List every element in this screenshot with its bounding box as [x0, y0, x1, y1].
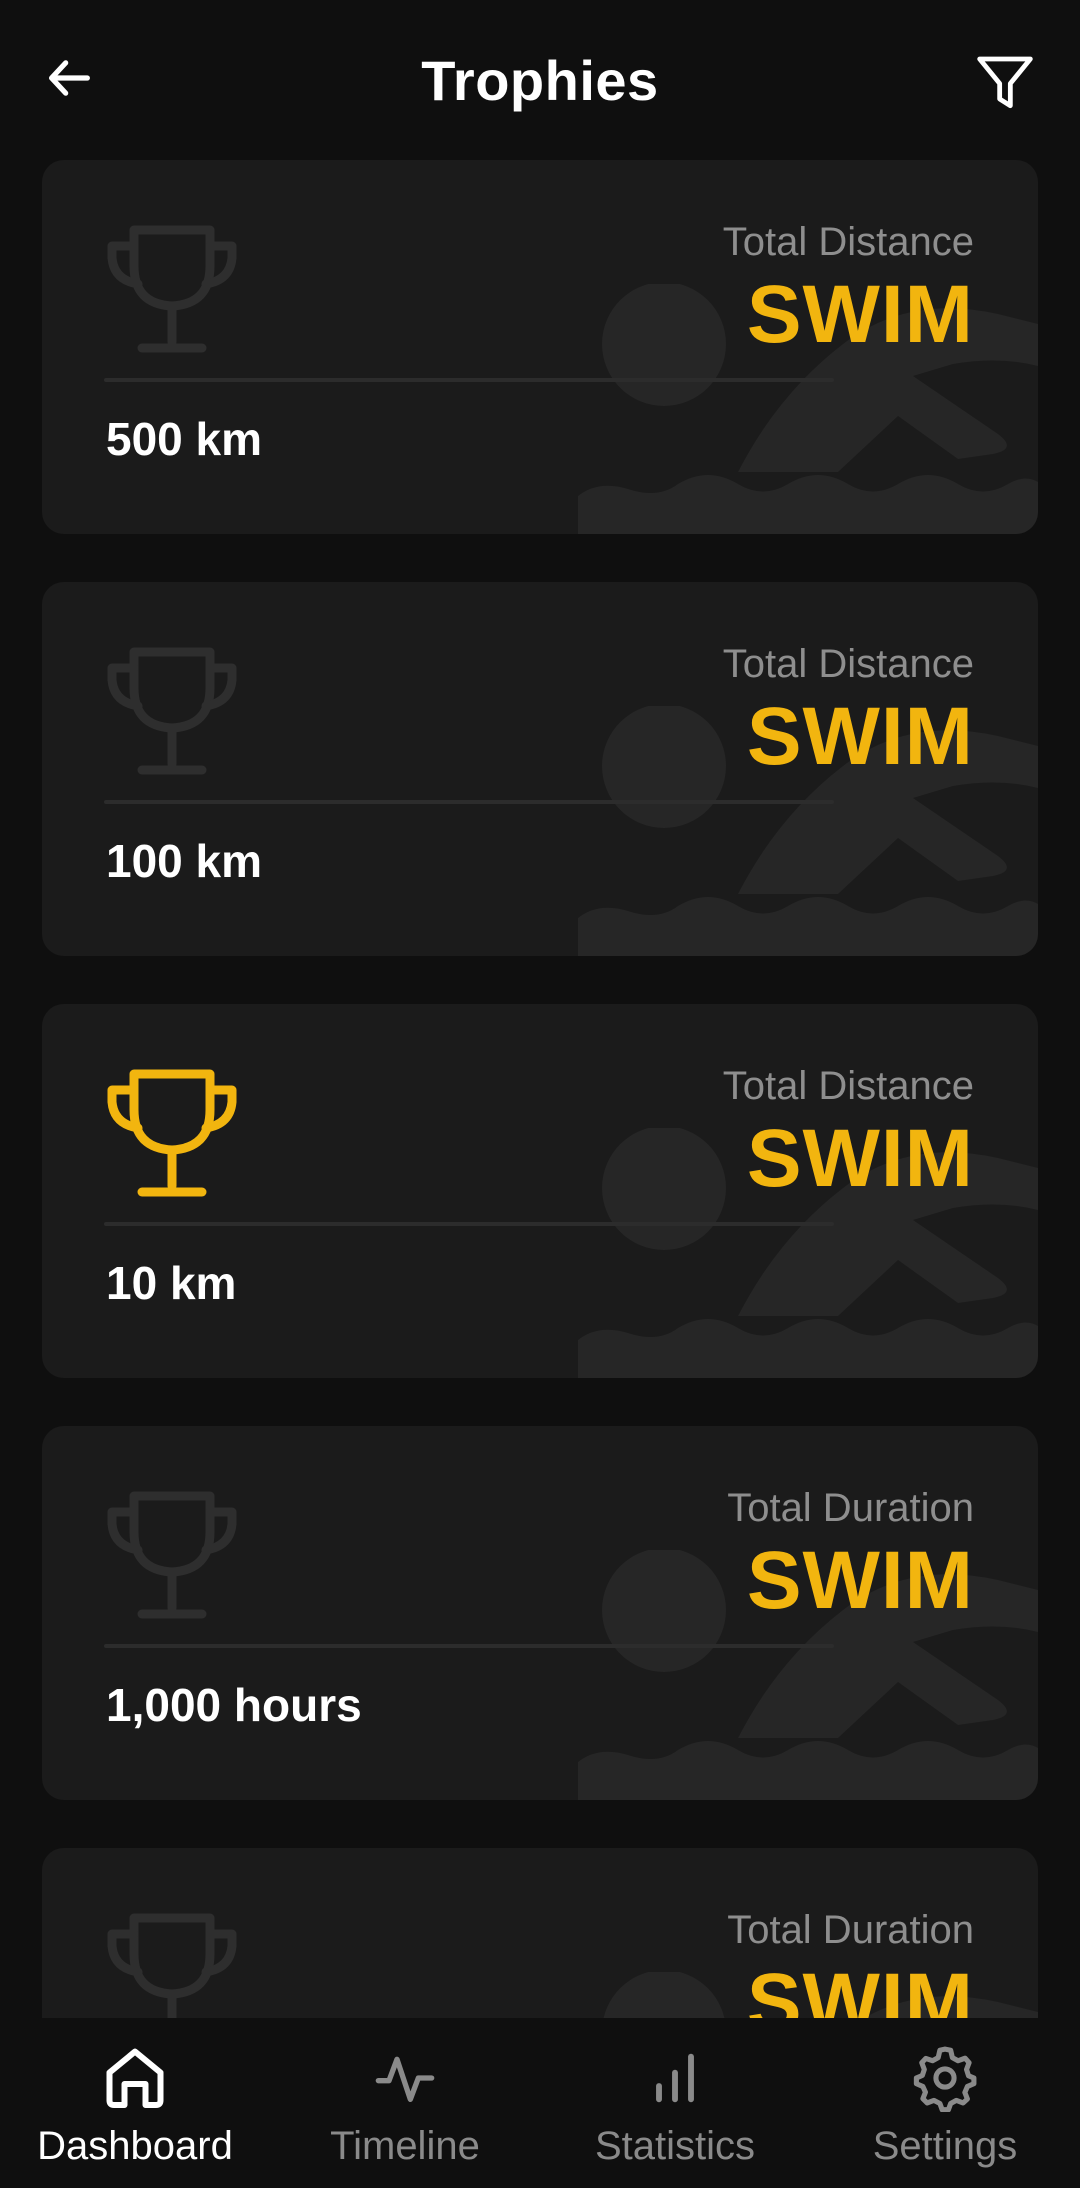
nav-label: Dashboard — [37, 2124, 233, 2168]
trophy-goal: 100 km — [106, 835, 263, 887]
bottom-navigation: Dashboard Timeline Statistics Settings — [0, 2018, 1080, 2188]
nav-statistics[interactable]: Statistics — [540, 2018, 810, 2188]
trophy-sport: SWIM — [746, 269, 974, 360]
trophy-goal: 1,000 hours — [106, 1679, 362, 1731]
trophy-icon — [104, 224, 240, 356]
home-icon — [93, 2036, 177, 2120]
nav-timeline[interactable]: Timeline — [270, 2018, 540, 2188]
trophy-icon — [104, 1912, 240, 2018]
trophy-icon — [104, 1068, 240, 1200]
nav-dashboard[interactable]: Dashboard — [0, 2018, 270, 2188]
progress-divider — [104, 1644, 834, 1648]
progress-divider — [104, 378, 834, 382]
filter-button[interactable] — [960, 38, 1050, 128]
gear-icon — [903, 2036, 987, 2120]
top-app-bar: Trophies — [0, 0, 1080, 160]
trophy-icon — [104, 1490, 240, 1622]
bar-chart-icon — [633, 2036, 717, 2120]
nav-label: Settings — [872, 2124, 1018, 2168]
trophy-card[interactable]: Total Distance SWIM 500 km — [42, 160, 1038, 534]
trophy-icon — [104, 646, 240, 778]
trophy-goal: 10 km — [106, 1257, 237, 1309]
trophy-sport: SWIM — [746, 1957, 974, 2018]
trophy-sport: SWIM — [746, 1535, 974, 1626]
trophy-card[interactable]: Total Duration SWIM 1,000 hours — [42, 1426, 1038, 1800]
trophy-goal: 500 km — [106, 413, 263, 465]
trophy-card[interactable]: Total Duration SWIM — [42, 1848, 1038, 2018]
nav-label: Timeline — [330, 2124, 480, 2168]
trophy-metric: Total Duration — [727, 1908, 974, 1952]
trophy-sport: SWIM — [746, 1113, 974, 1204]
trophy-card[interactable]: Total Distance SWIM 100 km — [42, 582, 1038, 956]
trophy-metric: Total Distance — [722, 642, 974, 686]
trophy-card[interactable]: Total Distance SWIM 10 km — [42, 1004, 1038, 1378]
trophy-metric: Total Distance — [722, 220, 974, 264]
progress-divider — [104, 800, 834, 804]
trophy-list[interactable]: Total Distance SWIM 500 km Total Distanc… — [0, 160, 1080, 2018]
nav-settings[interactable]: Settings — [810, 2018, 1080, 2188]
nav-label: Statistics — [594, 2124, 756, 2168]
progress-divider — [104, 1222, 834, 1226]
trophy-metric: Total Duration — [727, 1486, 974, 1530]
trophy-metric: Total Distance — [722, 1064, 974, 1108]
activity-icon — [363, 2036, 447, 2120]
app-root: Trophies Total Distance SWIM 500 km Tota… — [0, 0, 1080, 2188]
filter-icon — [977, 56, 1033, 109]
trophy-sport: SWIM — [746, 691, 974, 782]
page-title: Trophies — [421, 49, 659, 112]
